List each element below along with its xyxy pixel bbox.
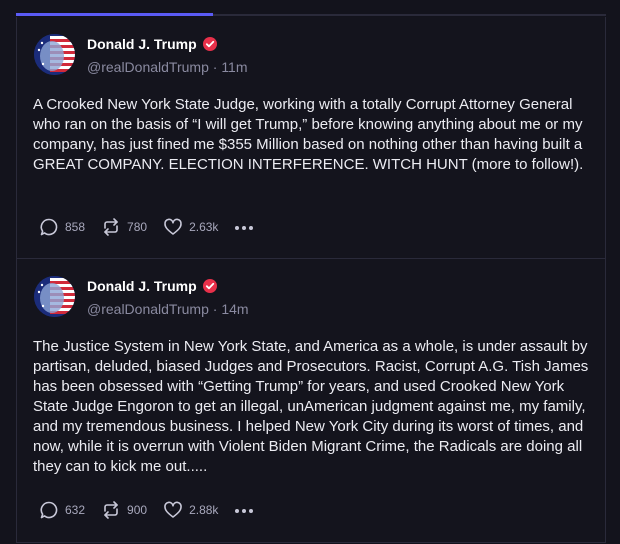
post-text: The Justice System in New York State, an… — [33, 338, 589, 475]
reply-count: 632 — [65, 503, 86, 517]
reply-button[interactable]: 858 — [39, 217, 85, 237]
avatar[interactable] — [34, 276, 75, 317]
reply-button[interactable]: 632 — [39, 500, 85, 520]
author-name[interactable]: Donald J. Trump — [87, 278, 197, 294]
feed: Donald J. Trump @realDonaldTrump · 11m A… — [16, 17, 606, 543]
more-icon — [234, 501, 254, 519]
like-button[interactable]: 2.88k — [163, 500, 218, 520]
action-bar: 632 900 2.88k — [39, 499, 254, 521]
repost-count: 780 — [127, 220, 148, 234]
post-text: A Crooked New York State Judge, working … — [33, 96, 584, 173]
tab-bar — [16, 0, 606, 16]
post[interactable]: Donald J. Trump @realDonaldTrump · 14m T… — [17, 259, 605, 543]
avatar[interactable] — [34, 34, 75, 75]
repost-button[interactable]: 780 — [101, 217, 147, 237]
verified-badge-icon — [203, 37, 217, 51]
like-icon — [163, 217, 183, 237]
verified-badge-icon — [203, 279, 217, 293]
repost-button[interactable]: 900 — [101, 500, 147, 520]
author-name[interactable]: Donald J. Trump — [87, 36, 197, 52]
like-button[interactable]: 2.63k — [163, 217, 218, 237]
handle-line: @realDonaldTrump · 14m — [87, 301, 249, 317]
post-time[interactable]: 11m — [221, 59, 247, 75]
reply-icon — [39, 217, 59, 237]
repost-icon — [101, 217, 121, 237]
like-count: 2.88k — [189, 503, 219, 517]
author-handle[interactable]: @realDonaldTrump — [87, 59, 209, 75]
separator-dot: · — [212, 59, 218, 75]
separator-dot: · — [212, 301, 218, 317]
repost-icon — [101, 500, 121, 520]
repost-count: 900 — [127, 503, 148, 517]
like-icon — [163, 500, 183, 520]
more-icon — [234, 218, 254, 236]
post-time[interactable]: 14m — [221, 301, 248, 317]
like-count: 2.63k — [189, 220, 219, 234]
reply-count: 858 — [65, 220, 86, 234]
author-handle[interactable]: @realDonaldTrump — [87, 301, 209, 317]
post[interactable]: Donald J. Trump @realDonaldTrump · 11m A… — [17, 17, 605, 259]
action-bar: 858 780 2.63k — [39, 216, 254, 238]
reply-icon — [39, 500, 59, 520]
more-options-button[interactable] — [234, 501, 254, 519]
handle-line: @realDonaldTrump · 11m — [87, 59, 248, 75]
active-tab-indicator — [16, 13, 213, 16]
more-options-button[interactable] — [234, 218, 254, 236]
